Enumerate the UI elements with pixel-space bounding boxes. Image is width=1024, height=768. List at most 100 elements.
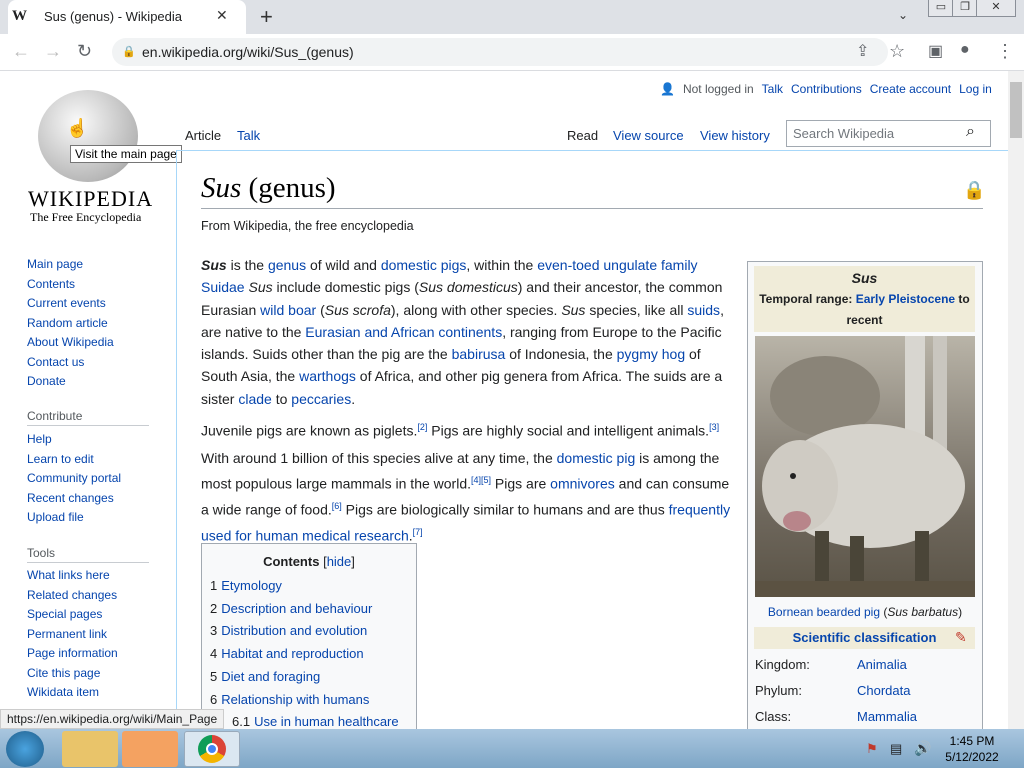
citation-link[interactable]: [4][5] xyxy=(471,475,491,485)
action-center-icon[interactable]: ⚑ xyxy=(866,741,878,757)
link-clade[interactable]: clade xyxy=(238,391,271,407)
sidebar-tools: What links here Related changes Special … xyxy=(27,566,118,703)
tab-view-source[interactable]: View source xyxy=(613,128,684,143)
lock-icon[interactable]: 🔒 xyxy=(122,45,136,58)
toc-item[interactable]: 3 Distribution and evolution xyxy=(210,620,416,643)
link-domestic-pigs[interactable]: domestic pigs xyxy=(381,257,467,273)
link-suids[interactable]: suids xyxy=(687,302,720,318)
link-babirusa[interactable]: babirusa xyxy=(452,346,506,362)
sidebar-item-permanent-link[interactable]: Permanent link xyxy=(27,625,118,645)
sidebar-item-cite[interactable]: Cite this page xyxy=(27,664,118,684)
link-even-toed[interactable]: even-toed ungulate family xyxy=(537,257,697,273)
close-window-button[interactable]: ✕ xyxy=(976,0,1016,17)
page-scrollbar[interactable] xyxy=(1008,71,1024,729)
scientific-classification-header: Scientific classification xyxy=(754,627,975,649)
link-scientific-classification[interactable]: Scientific classification xyxy=(793,630,937,645)
sidebar-item-what-links-here[interactable]: What links here xyxy=(27,566,118,586)
talk-link[interactable]: Talk xyxy=(762,82,783,96)
new-tab-button[interactable]: + xyxy=(260,4,273,30)
bookmark-star-icon[interactable]: ☆ xyxy=(889,41,905,62)
sidebar-item-recent-changes[interactable]: Recent changes xyxy=(27,489,121,509)
sidebar-item-special-pages[interactable]: Special pages xyxy=(27,605,118,625)
paragraph-intro: Sus is the genus of wild and domestic pi… xyxy=(201,257,724,407)
sidebar-divider xyxy=(27,425,149,426)
contributions-link[interactable]: Contributions xyxy=(791,82,862,96)
sidebar-item-help[interactable]: Help xyxy=(27,430,121,450)
citation-link[interactable]: [2] xyxy=(417,422,427,432)
scrollbar-thumb[interactable] xyxy=(1010,82,1022,138)
link-animalia[interactable]: Animalia xyxy=(857,657,907,672)
sidebar-item-contact[interactable]: Contact us xyxy=(27,353,114,373)
infobox-label-class: Class: xyxy=(755,709,792,724)
maximize-button[interactable]: ❐ xyxy=(952,0,978,17)
link-domestic-pig[interactable]: domestic pig xyxy=(557,450,636,466)
sidebar-item-wikidata[interactable]: Wikidata item xyxy=(27,683,118,703)
citation-link[interactable]: [6] xyxy=(332,501,342,511)
sidebar-item-donate[interactable]: Donate xyxy=(27,372,114,392)
link-omnivores[interactable]: omnivores xyxy=(550,476,615,492)
link-pygmy-hog[interactable]: pygmy hog xyxy=(617,346,685,362)
link-warthogs[interactable]: warthogs xyxy=(299,368,356,384)
chrome-taskbar-icon[interactable] xyxy=(184,731,240,767)
tab-close-icon[interactable]: ✕ xyxy=(216,7,228,24)
lock-protection-icon[interactable]: 🔒 xyxy=(963,180,985,201)
sidebar-item-current-events[interactable]: Current events xyxy=(27,294,114,314)
search-input[interactable]: Search Wikipedia xyxy=(786,120,991,147)
reload-icon[interactable]: ↻ xyxy=(77,41,92,62)
explorer-taskbar-icon[interactable] xyxy=(62,731,118,767)
citation-link[interactable]: [7] xyxy=(413,527,423,537)
sidebar-item-main-page[interactable]: Main page xyxy=(27,255,114,275)
link-mammalia[interactable]: Mammalia xyxy=(857,709,917,724)
volume-icon[interactable]: 🔊 xyxy=(914,740,931,757)
link-genus[interactable]: genus xyxy=(268,257,306,273)
wikipedia-wordmark[interactable]: WIKIPEDIA xyxy=(28,186,153,212)
link-bornean-bearded-pig[interactable]: Bornean bearded pig xyxy=(768,605,880,619)
sidebar-item-random-article[interactable]: Random article xyxy=(27,314,114,334)
edit-pencil-icon[interactable]: ✎ xyxy=(955,629,967,646)
media-player-taskbar-icon[interactable] xyxy=(122,731,178,767)
toc-item[interactable]: 5 Diet and foraging xyxy=(210,666,416,689)
side-panel-icon[interactable]: ▣ xyxy=(928,41,943,61)
toc-item[interactable]: 4 Habitat and reproduction xyxy=(210,643,416,666)
link-early-pleistocene[interactable]: Early Pleistocene xyxy=(856,292,955,306)
sidebar-item-page-information[interactable]: Page information xyxy=(27,644,118,664)
link-peccaries[interactable]: peccaries xyxy=(291,391,351,407)
sidebar-item-community-portal[interactable]: Community portal xyxy=(27,469,121,489)
forward-icon[interactable]: → xyxy=(44,41,62,62)
link-chordata[interactable]: Chordata xyxy=(857,683,910,698)
tab-article[interactable]: Article xyxy=(185,128,221,143)
toc-item[interactable]: 1 Etymology xyxy=(210,575,416,598)
citation-link[interactable]: [3] xyxy=(709,422,719,432)
sidebar-item-contents[interactable]: Contents xyxy=(27,275,114,295)
page-title: Sus (genus) xyxy=(201,172,336,204)
tab-talk[interactable]: Talk xyxy=(237,128,260,143)
sidebar-item-related-changes[interactable]: Related changes xyxy=(27,586,118,606)
tab-view-history[interactable]: View history xyxy=(700,128,770,143)
system-clock[interactable]: 1:45 PM 5/12/2022 xyxy=(940,733,1004,765)
paragraph-population: With around 1 billion of this species al… xyxy=(201,450,731,544)
create-account-link[interactable]: Create account xyxy=(870,82,951,96)
profile-icon[interactable]: ● xyxy=(960,41,970,59)
url-text[interactable]: en.wikipedia.org/wiki/Sus_(genus) xyxy=(142,44,354,60)
log-in-link[interactable]: Log in xyxy=(959,82,992,96)
link-suidae[interactable]: Suidae xyxy=(201,279,245,295)
search-icon[interactable]: ⌕ xyxy=(966,123,975,141)
sidebar-item-learn-to-edit[interactable]: Learn to edit xyxy=(27,450,121,470)
share-icon[interactable]: ⇪ xyxy=(856,41,869,61)
link-continents[interactable]: Eurasian and African continents xyxy=(305,324,502,340)
toc-item[interactable]: 2 Description and behaviour xyxy=(210,598,416,621)
network-icon[interactable]: ▤ xyxy=(890,741,902,757)
minimize-button[interactable]: ▭ xyxy=(928,0,954,17)
link-wild-boar[interactable]: wild boar xyxy=(260,302,316,318)
toc-hide-link[interactable]: hide xyxy=(327,554,352,569)
toc-item[interactable]: 6 Relationship with humans xyxy=(210,689,416,712)
sidebar-item-upload-file[interactable]: Upload file xyxy=(27,508,121,528)
tab-read[interactable]: Read xyxy=(567,128,598,143)
start-button[interactable] xyxy=(6,731,44,767)
back-icon[interactable]: ← xyxy=(12,41,30,62)
tab-title[interactable]: Sus (genus) - Wikipedia xyxy=(44,9,182,24)
bearded-pig-image[interactable] xyxy=(755,336,975,597)
sidebar-item-about[interactable]: About Wikipedia xyxy=(27,333,114,353)
menu-icon[interactable]: ⋮ xyxy=(996,41,1014,62)
tab-search-icon[interactable]: ⌄ xyxy=(898,8,908,22)
